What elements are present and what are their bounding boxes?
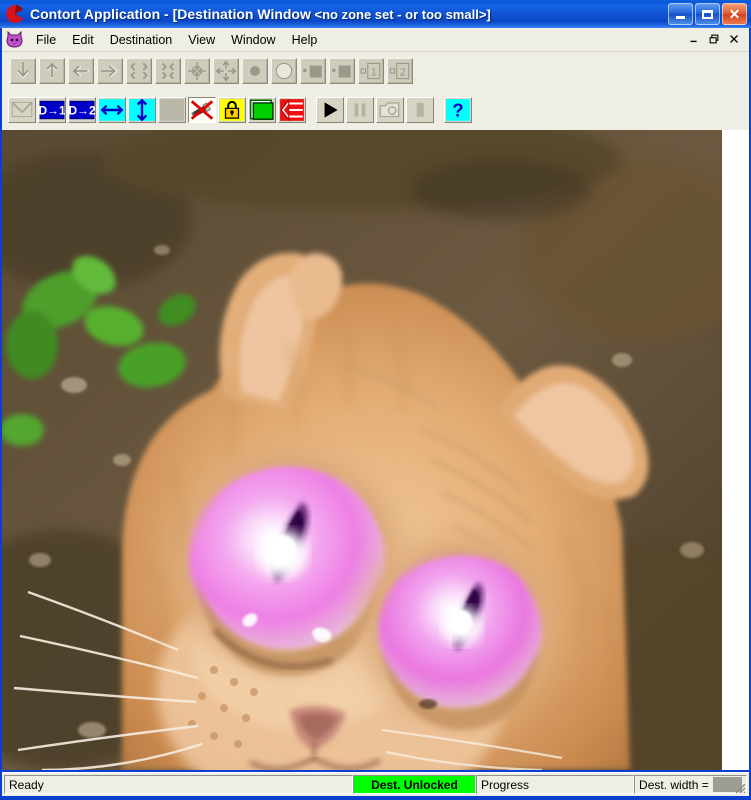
play-icon[interactable] [316, 97, 344, 123]
menu-file[interactable]: File [28, 30, 64, 50]
cat-photo-svg [2, 130, 722, 770]
small-circle-icon[interactable] [242, 58, 268, 84]
mdi-restore-button[interactable] [704, 30, 723, 48]
maximize-icon [702, 9, 713, 19]
menu-help[interactable]: Help [284, 30, 326, 50]
mdi-client-area [2, 130, 749, 770]
menu-edit[interactable]: Edit [64, 30, 102, 50]
zone-2-icon[interactable]: 2 [387, 58, 413, 84]
arrow-up-icon[interactable] [39, 58, 65, 84]
svg-text:D→1: D→1 [39, 103, 65, 117]
dest-to-1-icon[interactable]: D→1 [38, 97, 66, 123]
green-frame-icon[interactable] [248, 97, 276, 123]
mdi-minimize-button[interactable] [684, 30, 703, 48]
toolbar-secondary: D→1 D→2 ? [2, 90, 749, 130]
svg-text:2: 2 [400, 66, 406, 78]
zone-1-icon[interactable]: 1 [358, 58, 384, 84]
arrow-left-icon[interactable] [68, 58, 94, 84]
maximize-button[interactable] [695, 3, 720, 25]
window-title: Contort Application - [Destination Windo… [30, 6, 491, 22]
destination-image[interactable] [2, 130, 722, 770]
application-window: Contort Application - [Destination Windo… [0, 0, 751, 800]
minimize-icon [676, 16, 685, 19]
svg-text:1: 1 [371, 66, 377, 78]
svg-text:D→2: D→2 [69, 103, 95, 117]
title-bar: Contort Application - [Destination Windo… [0, 0, 751, 28]
cat-face-icon[interactable] [6, 31, 23, 48]
shrink-icon[interactable] [184, 58, 210, 84]
mdi-buttons [684, 30, 743, 48]
collapse-left-icon[interactable] [278, 97, 306, 123]
stop-icon[interactable] [406, 97, 434, 123]
menu-bar: File Edit Destination View Window Help [2, 28, 749, 52]
help-icon[interactable]: ? [444, 97, 472, 123]
no-paint-icon[interactable] [188, 97, 216, 123]
menu-window[interactable]: Window [223, 30, 283, 50]
status-ready: Ready [4, 775, 353, 794]
status-bar: Ready Dest. Unlocked Progress Dest. widt… [2, 772, 749, 796]
resize-vertical-icon[interactable] [128, 97, 156, 123]
envelope-icon[interactable] [8, 97, 36, 123]
menu-destination[interactable]: Destination [102, 30, 181, 50]
status-dest-width-label: Dest. width = [639, 777, 709, 792]
menu-view[interactable]: View [180, 30, 223, 50]
toolbar-primary: 1 2 [2, 52, 749, 90]
close-button[interactable]: ✕ [722, 3, 747, 25]
expand-icon[interactable] [213, 58, 239, 84]
toolbar-separator [308, 97, 316, 123]
rotate-left-icon[interactable] [126, 58, 152, 84]
pause-icon[interactable] [346, 97, 374, 123]
svg-text:?: ? [452, 100, 463, 121]
arrow-right-icon[interactable] [97, 58, 123, 84]
resize-horizontal-icon[interactable] [98, 97, 126, 123]
dest-to-2-icon[interactable]: D→2 [68, 97, 96, 123]
mdi-close-button[interactable] [724, 30, 743, 48]
lock-icon[interactable] [218, 97, 246, 123]
arrow-down-icon[interactable] [10, 58, 36, 84]
rotate-right-icon[interactable] [155, 58, 181, 84]
status-progress: Progress [475, 775, 635, 794]
caption-buttons: ✕ [668, 3, 747, 25]
window-title-main: Contort Application - [Destination Windo… [30, 6, 311, 22]
window-title-sub: <no zone set - or too small>] [310, 7, 491, 22]
camera-icon[interactable] [376, 97, 404, 123]
small-square-icon[interactable] [300, 58, 326, 84]
close-icon: ✕ [728, 6, 741, 22]
toolbar-separator-2 [436, 97, 444, 123]
menu-items: File Edit Destination View Window Help [28, 28, 325, 51]
blank-square-icon[interactable] [158, 97, 186, 123]
pacman-red-icon [6, 5, 24, 23]
status-badge-dest-lock[interactable]: Dest. Unlocked [352, 775, 476, 794]
large-circle-icon[interactable] [271, 58, 297, 84]
minimize-button[interactable] [668, 3, 693, 25]
status-dest-width: Dest. width = [634, 775, 748, 794]
large-square-icon[interactable] [329, 58, 355, 84]
resize-grip-icon[interactable] [732, 780, 746, 794]
